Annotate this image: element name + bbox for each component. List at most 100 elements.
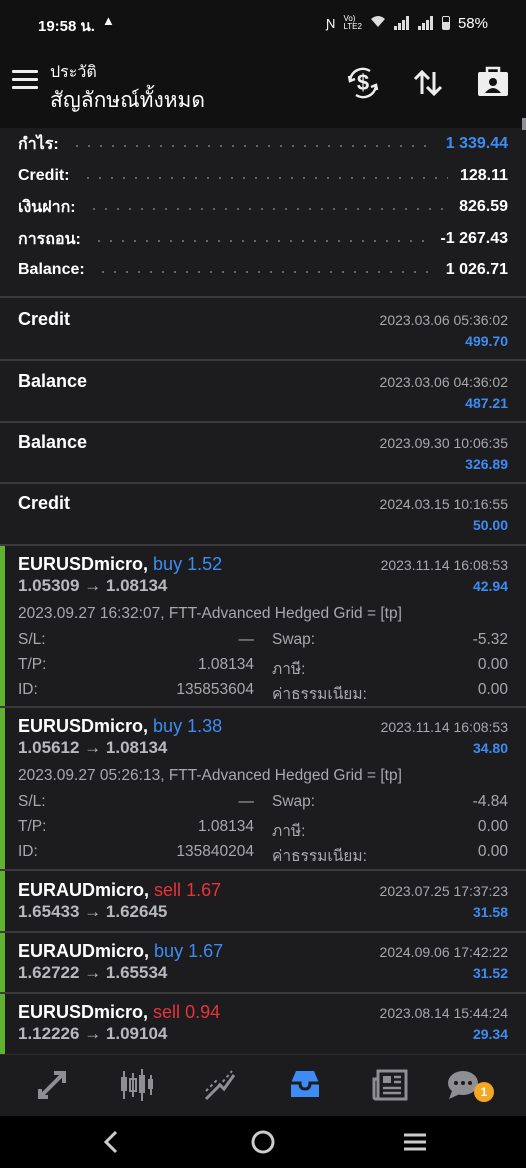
page-subtitle[interactable]: สัญลักษณ์ทั้งหมด (50, 84, 205, 117)
deal-profit: 42.94 (472, 578, 508, 594)
swap-label: Swap: (272, 793, 316, 810)
deal-side: buy (153, 716, 183, 736)
deal-symbol: EURAUDmicro, (18, 880, 150, 900)
menu-icon[interactable] (12, 70, 38, 92)
portfolio-icon[interactable] (476, 66, 510, 100)
deal-volume: 1.38 (187, 716, 223, 736)
tax-label: ภาษี: (272, 823, 306, 840)
sl-label: S/L: (18, 793, 46, 810)
profit-value: 1 339.44 (445, 135, 508, 152)
tp-label: T/P: (18, 656, 47, 673)
deal-symbol: EURUSDmicro, (18, 1002, 149, 1022)
deal-date: 2023.07.25 17:37:23 (379, 883, 508, 899)
fee-value: 0.00 (477, 843, 508, 860)
deal-volume: 1.52 (187, 554, 223, 574)
op-amount: 499.70 (465, 333, 508, 349)
chart-icon[interactable] (118, 1067, 154, 1103)
op-date: 2023.09.30 10:06:35 (379, 435, 508, 451)
deal-title: EURUSDmicro, sell 0.94 (18, 1002, 220, 1023)
status-bar: 19:58 น. ▲ Ɲ Vo) LTE2 58% (0, 0, 526, 48)
fee-label: ค่าธรรมเนียม: (272, 848, 367, 865)
signal-icon (393, 16, 410, 30)
fee-value: 0.00 (477, 681, 508, 698)
id-label: ID: (18, 843, 38, 860)
list-item-balance-op[interactable]: Credit 2023.03.06 05:36:02 499.70 (0, 298, 526, 359)
deal-row-expanded[interactable]: EURUSDmicro, buy 1.52 2023.11.14 16:08:5… (0, 546, 526, 706)
currency-exchange-icon[interactable]: $ (346, 66, 380, 100)
summary-row-withdrawal: การถอน: -1 267.43 (18, 224, 508, 254)
withdrawal-label: การถอน: (18, 230, 81, 248)
screen: 19:58 น. ▲ Ɲ Vo) LTE2 58% ประวัติ สัญลักษ… (0, 0, 526, 1168)
deal-side: buy (153, 554, 183, 574)
id-value: 135840204 (176, 843, 254, 860)
dotted-leader (81, 177, 448, 179)
op-amount: 487.21 (465, 395, 508, 411)
swap-value: -4.84 (472, 793, 508, 810)
deal-profit: 34.80 (472, 740, 508, 756)
tp-value: 1.08134 (197, 818, 254, 835)
deal-date: 2023.11.14 16:08:53 (380, 557, 508, 573)
home-icon[interactable] (248, 1128, 278, 1156)
deal-volume: 1.67 (186, 880, 222, 900)
deal-date: 2023.11.14 16:08:53 (380, 719, 508, 735)
deal-profit: 29.34 (472, 1026, 508, 1042)
quotes-icon[interactable] (34, 1067, 70, 1103)
summary-panel: กำไร: 1 339.44 Credit: 128.11 เงินฝาก: 8… (0, 128, 526, 297)
sl-label: S/L: (18, 631, 46, 648)
list-item-balance-op[interactable]: Balance 2023.03.06 04:36:02 487.21 (0, 361, 526, 421)
deal-row[interactable]: EURAUDmicro, buy 1.67 2024.09.06 17:42:2… (0, 933, 526, 992)
deal-title: EURUSDmicro, buy 1.52 (18, 554, 222, 575)
back-icon[interactable] (96, 1128, 126, 1156)
deal-row[interactable]: EURUSDmicro, sell 0.94 2023.08.14 15:44:… (0, 994, 526, 1054)
op-amount: 326.89 (465, 456, 508, 472)
swap-label: Swap: (272, 631, 316, 648)
recent-apps-icon[interactable] (400, 1128, 430, 1156)
dotted-leader (87, 208, 448, 210)
fee-label: ค่าธรรมเนียม: (272, 686, 367, 703)
deal-volume: 0.94 (185, 1002, 221, 1022)
volte-icon: Vo) LTE2 (343, 14, 362, 31)
op-date: 2023.03.06 05:36:02 (379, 312, 508, 328)
deal-side: sell (153, 1002, 181, 1022)
deal-prices: 1.65433 → 1.62645 (18, 902, 168, 921)
deal-date: 2023.08.14 15:44:24 (379, 1005, 508, 1021)
deal-date: 2024.09.06 17:42:22 (379, 944, 508, 960)
deal-row[interactable]: EURAUDmicro, sell 1.67 2023.07.25 17:37:… (0, 871, 526, 931)
tp-value: 1.08134 (197, 656, 254, 673)
news-icon[interactable] (372, 1067, 408, 1103)
list-item-balance-op[interactable]: Balance 2023.09.30 10:06:35 326.89 (0, 423, 526, 483)
page-title: ประวัติ (50, 64, 97, 81)
tax-value: 0.00 (477, 818, 508, 835)
dotted-leader (70, 145, 434, 147)
deal-symbol: EURUSDmicro, (18, 716, 149, 736)
trade-icon[interactable] (202, 1067, 238, 1103)
status-time: 19:58 น. (38, 18, 95, 35)
nfc-icon: Ɲ (326, 15, 336, 31)
deal-title: EURUSDmicro, buy 1.38 (18, 716, 222, 737)
op-amount: 50.00 (472, 517, 508, 533)
sort-icon[interactable] (411, 66, 445, 100)
summary-row-profit: กำไร: 1 339.44 (18, 129, 508, 159)
deal-symbol: EURAUDmicro, (18, 941, 150, 961)
battery-percent: 58% (457, 14, 488, 32)
svg-text:$: $ (357, 70, 369, 95)
id-label: ID: (18, 681, 38, 698)
summary-row-balance: Balance: 1 026.71 (18, 255, 508, 285)
balance-label: Balance: (18, 261, 85, 278)
sl-value: — (238, 631, 255, 648)
app-bar: ประวัติ สัญลักษณ์ทั้งหมด $ (0, 48, 526, 128)
history-icon[interactable] (287, 1067, 323, 1103)
deal-row-expanded[interactable]: EURUSDmicro, buy 1.38 2023.11.14 16:08:5… (0, 708, 526, 869)
op-date: 2023.03.06 04:36:02 (379, 374, 508, 390)
deal-comment: 2023.09.27 05:26:13, FTT-Advanced Hedged… (18, 767, 402, 784)
summary-row-deposit: เงินฝาก: 826.59 (18, 192, 508, 222)
chat-badge: 1 (474, 1082, 494, 1102)
list-item-balance-op[interactable]: Credit 2024.03.15 10:16:55 50.00 (0, 484, 526, 544)
system-nav-bar (0, 1116, 526, 1168)
tax-label: ภาษี: (272, 661, 306, 678)
balance-value: 1 026.71 (445, 261, 508, 278)
dotted-leader (92, 240, 429, 242)
deal-comment: 2023.09.27 16:32:07, FTT-Advanced Hedged… (18, 605, 402, 622)
sl-value: — (238, 793, 255, 810)
id-value: 135853604 (176, 681, 254, 698)
